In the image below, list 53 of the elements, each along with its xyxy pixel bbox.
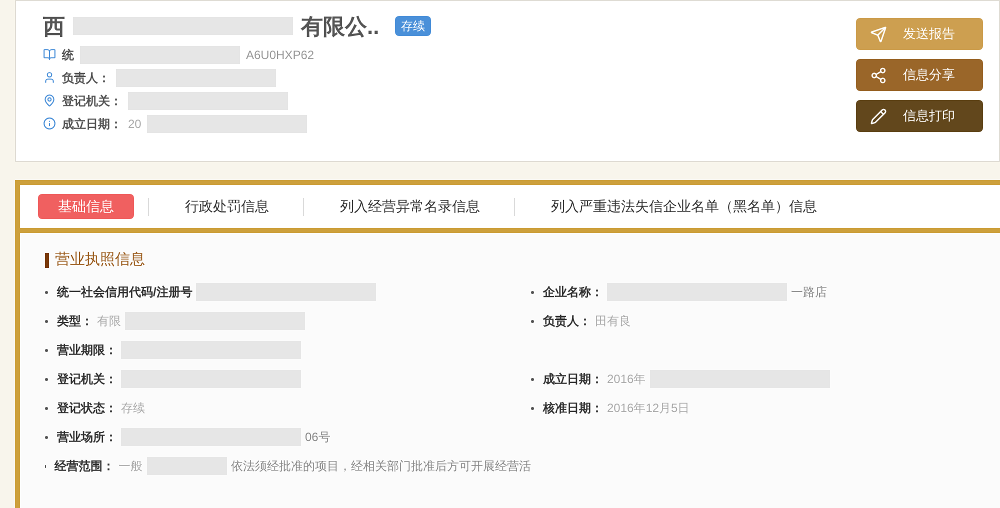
info-value: A6U0HXP62 bbox=[246, 46, 314, 64]
field-value: 存续 bbox=[121, 400, 145, 417]
field-label: 核准日期： bbox=[543, 400, 603, 417]
info-icon bbox=[43, 117, 56, 130]
field-value: 一般 bbox=[118, 458, 143, 475]
field-label: 登记状态： bbox=[57, 400, 117, 417]
field-label: 成立日期： bbox=[543, 371, 603, 388]
action-button[interactable]: 信息打印 bbox=[856, 100, 983, 132]
field-label: 登记机关： bbox=[57, 371, 117, 388]
bullet-icon bbox=[531, 320, 534, 322]
bullet-icon bbox=[45, 378, 48, 380]
share-icon bbox=[870, 66, 887, 84]
bullet-icon bbox=[531, 406, 534, 410]
company-name: 西 bbox=[43, 12, 65, 40]
field-label: 营业场所： bbox=[57, 429, 117, 446]
field-label: 经营范围： bbox=[54, 458, 115, 475]
bullet-icon bbox=[45, 290, 48, 294]
send-icon bbox=[870, 26, 887, 42]
field-label: 负责人： bbox=[543, 313, 591, 330]
field-value: 有限 bbox=[97, 313, 121, 330]
bullet-icon bbox=[45, 406, 48, 410]
bullet-icon bbox=[45, 436, 48, 438]
bullet-icon bbox=[45, 348, 48, 352]
info-label: 登记机关： bbox=[62, 92, 122, 110]
field-value: 2016年 bbox=[607, 371, 646, 388]
company-name: 有限公.. bbox=[301, 12, 380, 40]
action-button[interactable]: 信息分享 bbox=[856, 59, 983, 91]
location-pin-icon bbox=[43, 94, 56, 107]
info-label: 成立日期： bbox=[62, 116, 122, 132]
status-badge: 存续 bbox=[395, 16, 432, 36]
field-label: 企业名称： bbox=[543, 284, 603, 301]
print-icon bbox=[870, 108, 887, 124]
field-value: 06号 bbox=[305, 429, 330, 446]
bullet-icon bbox=[531, 378, 534, 380]
field-value: 田有良 bbox=[595, 313, 631, 330]
field-value: 2016年12月5日 bbox=[607, 400, 690, 417]
field-label: 统一社会信用代码/注册号 bbox=[57, 284, 192, 301]
section-marker-icon bbox=[45, 252, 49, 268]
tab[interactable]: 列入严重违法失信企业名单（黑名单）信息 bbox=[531, 194, 837, 219]
field-value: 一路店 bbox=[791, 284, 827, 301]
tab[interactable]: 列入经营异常名录信息 bbox=[320, 194, 500, 219]
section-title: 营业执照信息 bbox=[55, 250, 145, 270]
bullet-icon bbox=[531, 290, 534, 294]
tab[interactable]: 行政处罚信息 bbox=[165, 194, 289, 219]
info-label: 统 bbox=[62, 46, 74, 64]
book-icon bbox=[43, 48, 56, 61]
field-value: 依法须经批准的项目，经相关部门批准后方可开展经营活 bbox=[231, 458, 531, 475]
info-label: 负责人： bbox=[62, 70, 110, 86]
info-value: 20 bbox=[128, 116, 142, 132]
person-icon bbox=[43, 71, 56, 84]
field-label: 类型： bbox=[57, 313, 93, 330]
bullet-icon bbox=[45, 320, 48, 322]
field-label: 营业期限： bbox=[57, 342, 117, 359]
